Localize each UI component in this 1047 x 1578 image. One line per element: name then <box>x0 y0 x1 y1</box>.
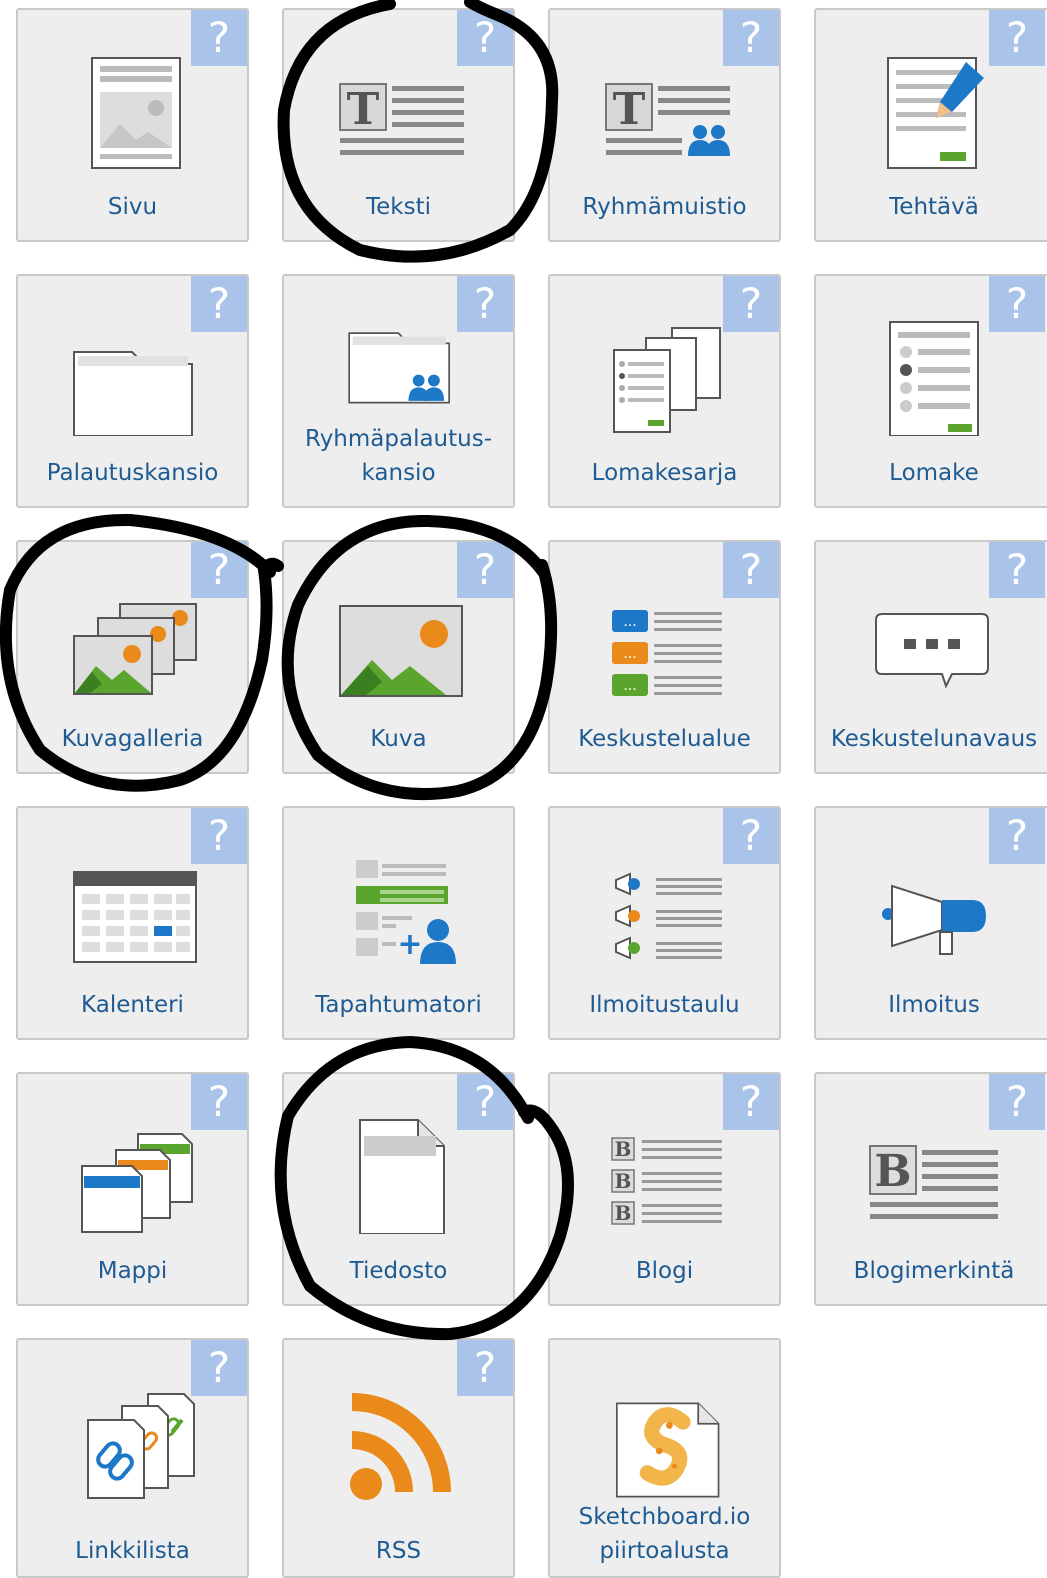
binder-icon <box>81 1133 193 1233</box>
tile-label: Lomakesarja <box>591 460 738 486</box>
file-icon <box>359 1119 445 1234</box>
tile-label: Kuva <box>370 726 427 752</box>
tile-label: Mappi <box>97 1258 168 1284</box>
tile-label: Keskustelualue <box>578 726 751 752</box>
tile-palautuskansio[interactable]: ? Palautuskansio <box>16 274 249 508</box>
svg-text:...: ... <box>623 614 636 630</box>
blog-icon: B B B <box>611 1137 722 1225</box>
svg-text:T: T <box>613 84 646 135</box>
event-market-icon: + <box>356 860 458 964</box>
tile-ilmoitustaulu[interactable]: ? Ilmoitustaulu <box>548 806 781 1040</box>
tile-label: RSS <box>375 1538 422 1564</box>
form-series-icon <box>613 327 721 433</box>
tile-label: Teksti <box>365 194 431 220</box>
tile-label: Tiedosto <box>349 1258 448 1284</box>
tile-label: Ilmoitustaulu <box>589 992 740 1018</box>
discussion-topic-icon <box>875 613 989 689</box>
form-icon <box>889 321 979 436</box>
rss-icon <box>350 1393 451 1500</box>
tile-label-line2: piirtoalusta <box>599 1538 730 1564</box>
tile-label: Tapahtumatori <box>315 992 482 1018</box>
tile-sivu[interactable]: ? Sivu <box>16 8 249 242</box>
notice-board-icon <box>615 872 722 960</box>
tile-rss[interactable]: ? RSS <box>282 1338 515 1578</box>
tile-ilmoitus[interactable]: ? Ilmoitus <box>814 806 1047 1040</box>
tile-label: Blogimerkintä <box>853 1258 1015 1284</box>
tile-label: Kuvagalleria <box>61 726 204 752</box>
tool-grid: ? Sivu ? T Teksti ? T Ryhmämuistio ? Teh… <box>0 0 1047 1578</box>
calendar-icon <box>73 871 197 963</box>
group-notes-icon: T <box>605 83 730 156</box>
svg-text:B: B <box>615 1169 632 1193</box>
megaphone-icon <box>882 884 986 955</box>
svg-text:B: B <box>615 1201 632 1225</box>
tile-label: Ryhmäpalautus- <box>304 426 493 452</box>
tile-kalenteri[interactable]: ? Kalenteri <box>16 806 249 1040</box>
tile-kuvagalleria[interactable]: ? Kuvagalleria <box>16 540 249 774</box>
tile-label-line2: kansio <box>361 460 436 486</box>
tile-label: Lomake <box>889 460 979 486</box>
tile-label: Kalenteri <box>81 992 184 1018</box>
tile-label: Ryhmämuistio <box>582 194 747 220</box>
image-icon <box>339 605 463 697</box>
sketchboard-icon <box>616 1402 720 1498</box>
svg-text:...: ... <box>623 678 636 694</box>
svg-text:B: B <box>615 1137 632 1161</box>
text-icon: T <box>339 83 464 155</box>
tile-ryhmapalautuskansio[interactable]: ? Ryhmäpalautus- kansio <box>282 274 515 508</box>
tile-linkkilista[interactable]: ? Linkkilista <box>16 1338 249 1578</box>
tile-tiedosto[interactable]: ? Tiedosto <box>282 1072 515 1306</box>
tile-keskustelunavaus[interactable]: ? Keskustelunavaus <box>814 540 1047 774</box>
svg-text:B: B <box>874 1146 911 1197</box>
assignment-icon <box>887 57 984 169</box>
tile-lomake[interactable]: ? Lomake <box>814 274 1047 508</box>
tile-label: Sivu <box>107 194 158 220</box>
group-folder-icon <box>348 332 450 404</box>
tile-label: Ilmoitus <box>888 992 980 1018</box>
blog-entry-icon: B <box>869 1145 998 1219</box>
tile-keskustelualue[interactable]: ? ... ... ... Keskustelualue <box>548 540 781 774</box>
tile-label: Linkkilista <box>75 1538 190 1564</box>
tile-label: Keskustelunavaus <box>830 726 1038 752</box>
tile-teksti[interactable]: ? T Teksti <box>282 8 515 242</box>
tile-label: Palautuskansio <box>46 460 219 486</box>
tile-lomakesarja[interactable]: ? Lomakesarja <box>548 274 781 508</box>
tile-blogimerkinta[interactable]: ? B Blogimerkintä <box>814 1072 1047 1306</box>
tile-ryhmamuistio[interactable]: ? T Ryhmämuistio <box>548 8 781 242</box>
discussion-area-icon: ... ... ... <box>612 610 722 696</box>
tile-tapahtumatori[interactable]: + Tapahtumatori <box>282 806 515 1040</box>
tile-sketchboard[interactable]: Sketchboard.io piirtoalusta <box>548 1338 781 1578</box>
svg-text:+: + <box>397 927 422 962</box>
tile-label: Tehtävä <box>889 194 979 220</box>
tile-mappi[interactable]: ? Mappi <box>16 1072 249 1306</box>
image-gallery-icon <box>73 603 197 695</box>
link-list-icon <box>87 1393 195 1499</box>
tile-label: Sketchboard.io <box>578 1504 751 1530</box>
svg-text:...: ... <box>623 646 636 662</box>
svg-text:T: T <box>347 84 380 135</box>
page-icon <box>91 57 181 169</box>
tile-blogi[interactable]: ? B B B Blogi <box>548 1072 781 1306</box>
tile-label: Blogi <box>635 1258 694 1284</box>
folder-icon <box>73 351 193 436</box>
tile-tehtava[interactable]: ? Tehtävä <box>814 8 1047 242</box>
tile-kuva[interactable]: ? Kuva <box>282 540 515 774</box>
